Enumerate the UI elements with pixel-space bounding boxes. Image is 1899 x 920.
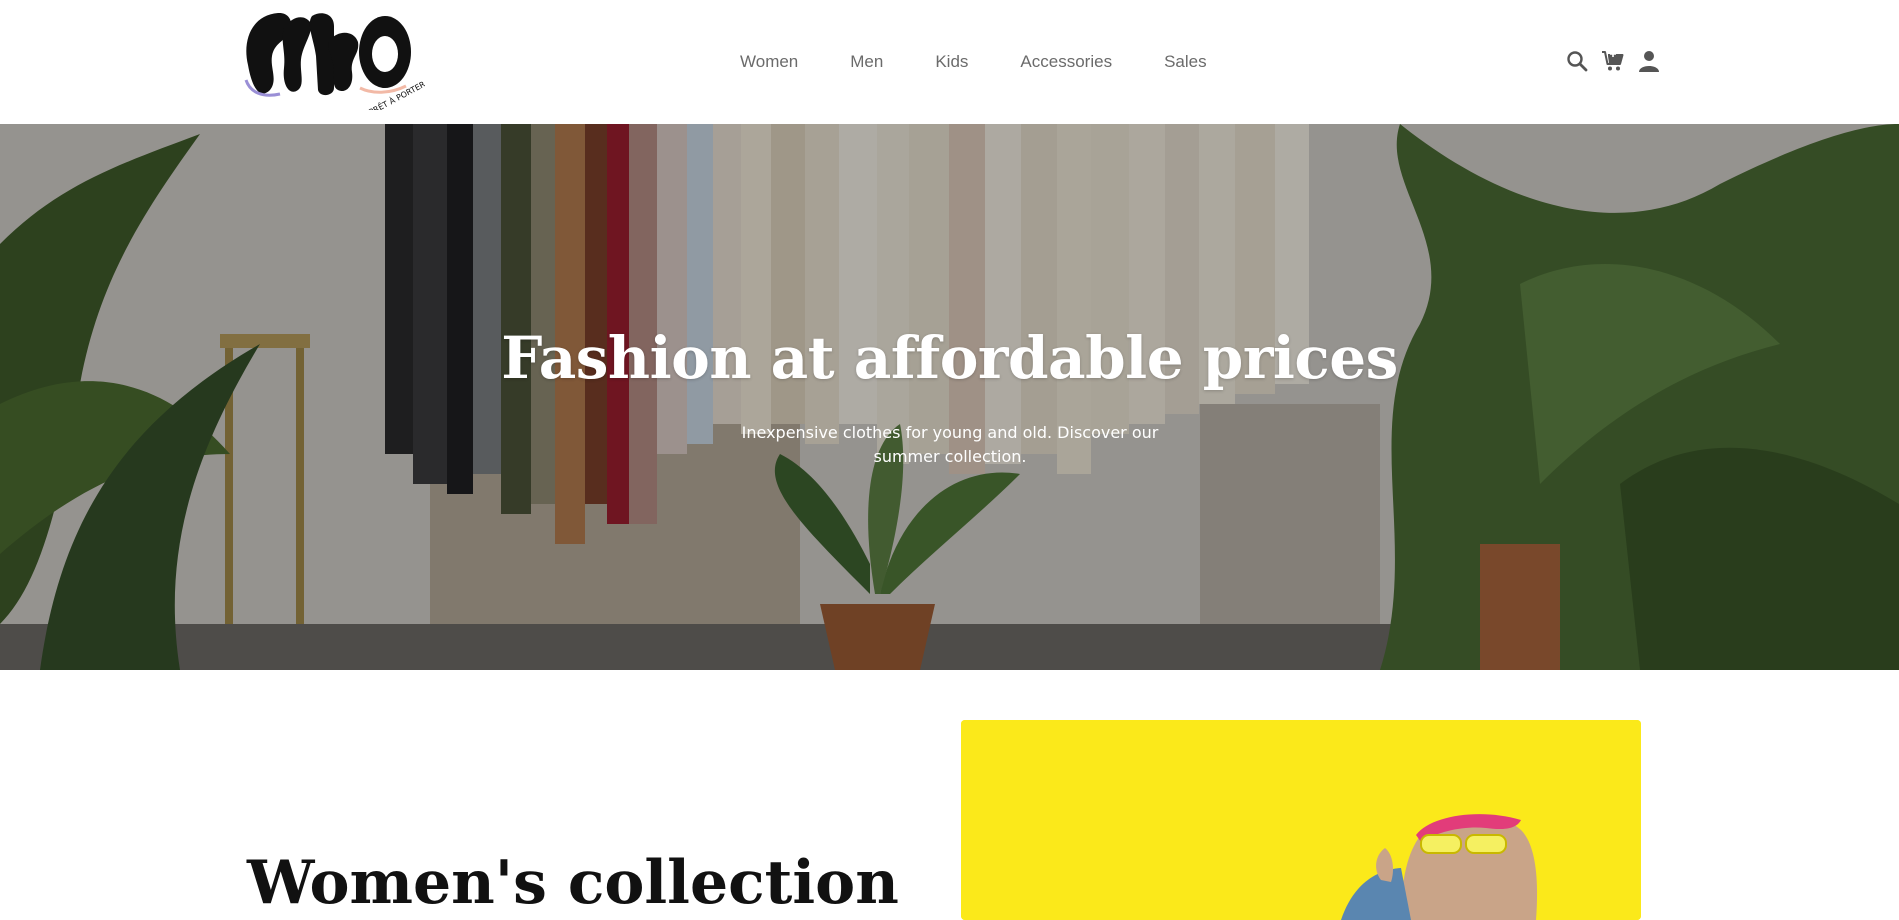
brand-logo[interactable]: PRÊT À PORTER [240, 10, 425, 110]
feature-photo [961, 720, 1641, 920]
nav-item-men[interactable]: Men [850, 52, 883, 72]
nav-item-sales[interactable]: Sales [1164, 52, 1207, 72]
header-actions [1565, 49, 1661, 73]
main-nav: Women Men Kids Accessories Sales [740, 52, 1207, 72]
user-icon[interactable] [1637, 49, 1661, 73]
cart-icon[interactable] [1601, 49, 1625, 73]
hero-subtitle: Inexpensive clothes for young and old. D… [741, 423, 1159, 466]
hero-title: Fashion at affordable prices [501, 324, 1398, 392]
nav-item-kids[interactable]: Kids [935, 52, 968, 72]
nav-item-accessories[interactable]: Accessories [1020, 52, 1112, 72]
hero-banner: Fashion at affordable prices Inexpensive… [0, 124, 1899, 670]
nav-item-women[interactable]: Women [740, 52, 798, 72]
search-icon[interactable] [1565, 49, 1589, 73]
brand-logo-graphic: PRÊT À PORTER [244, 12, 425, 110]
hero-overlay [0, 124, 1899, 670]
site-header: PRÊT À PORTER Women Men Kids Accessories… [0, 0, 1899, 124]
women-collection-image[interactable] [961, 720, 1641, 920]
